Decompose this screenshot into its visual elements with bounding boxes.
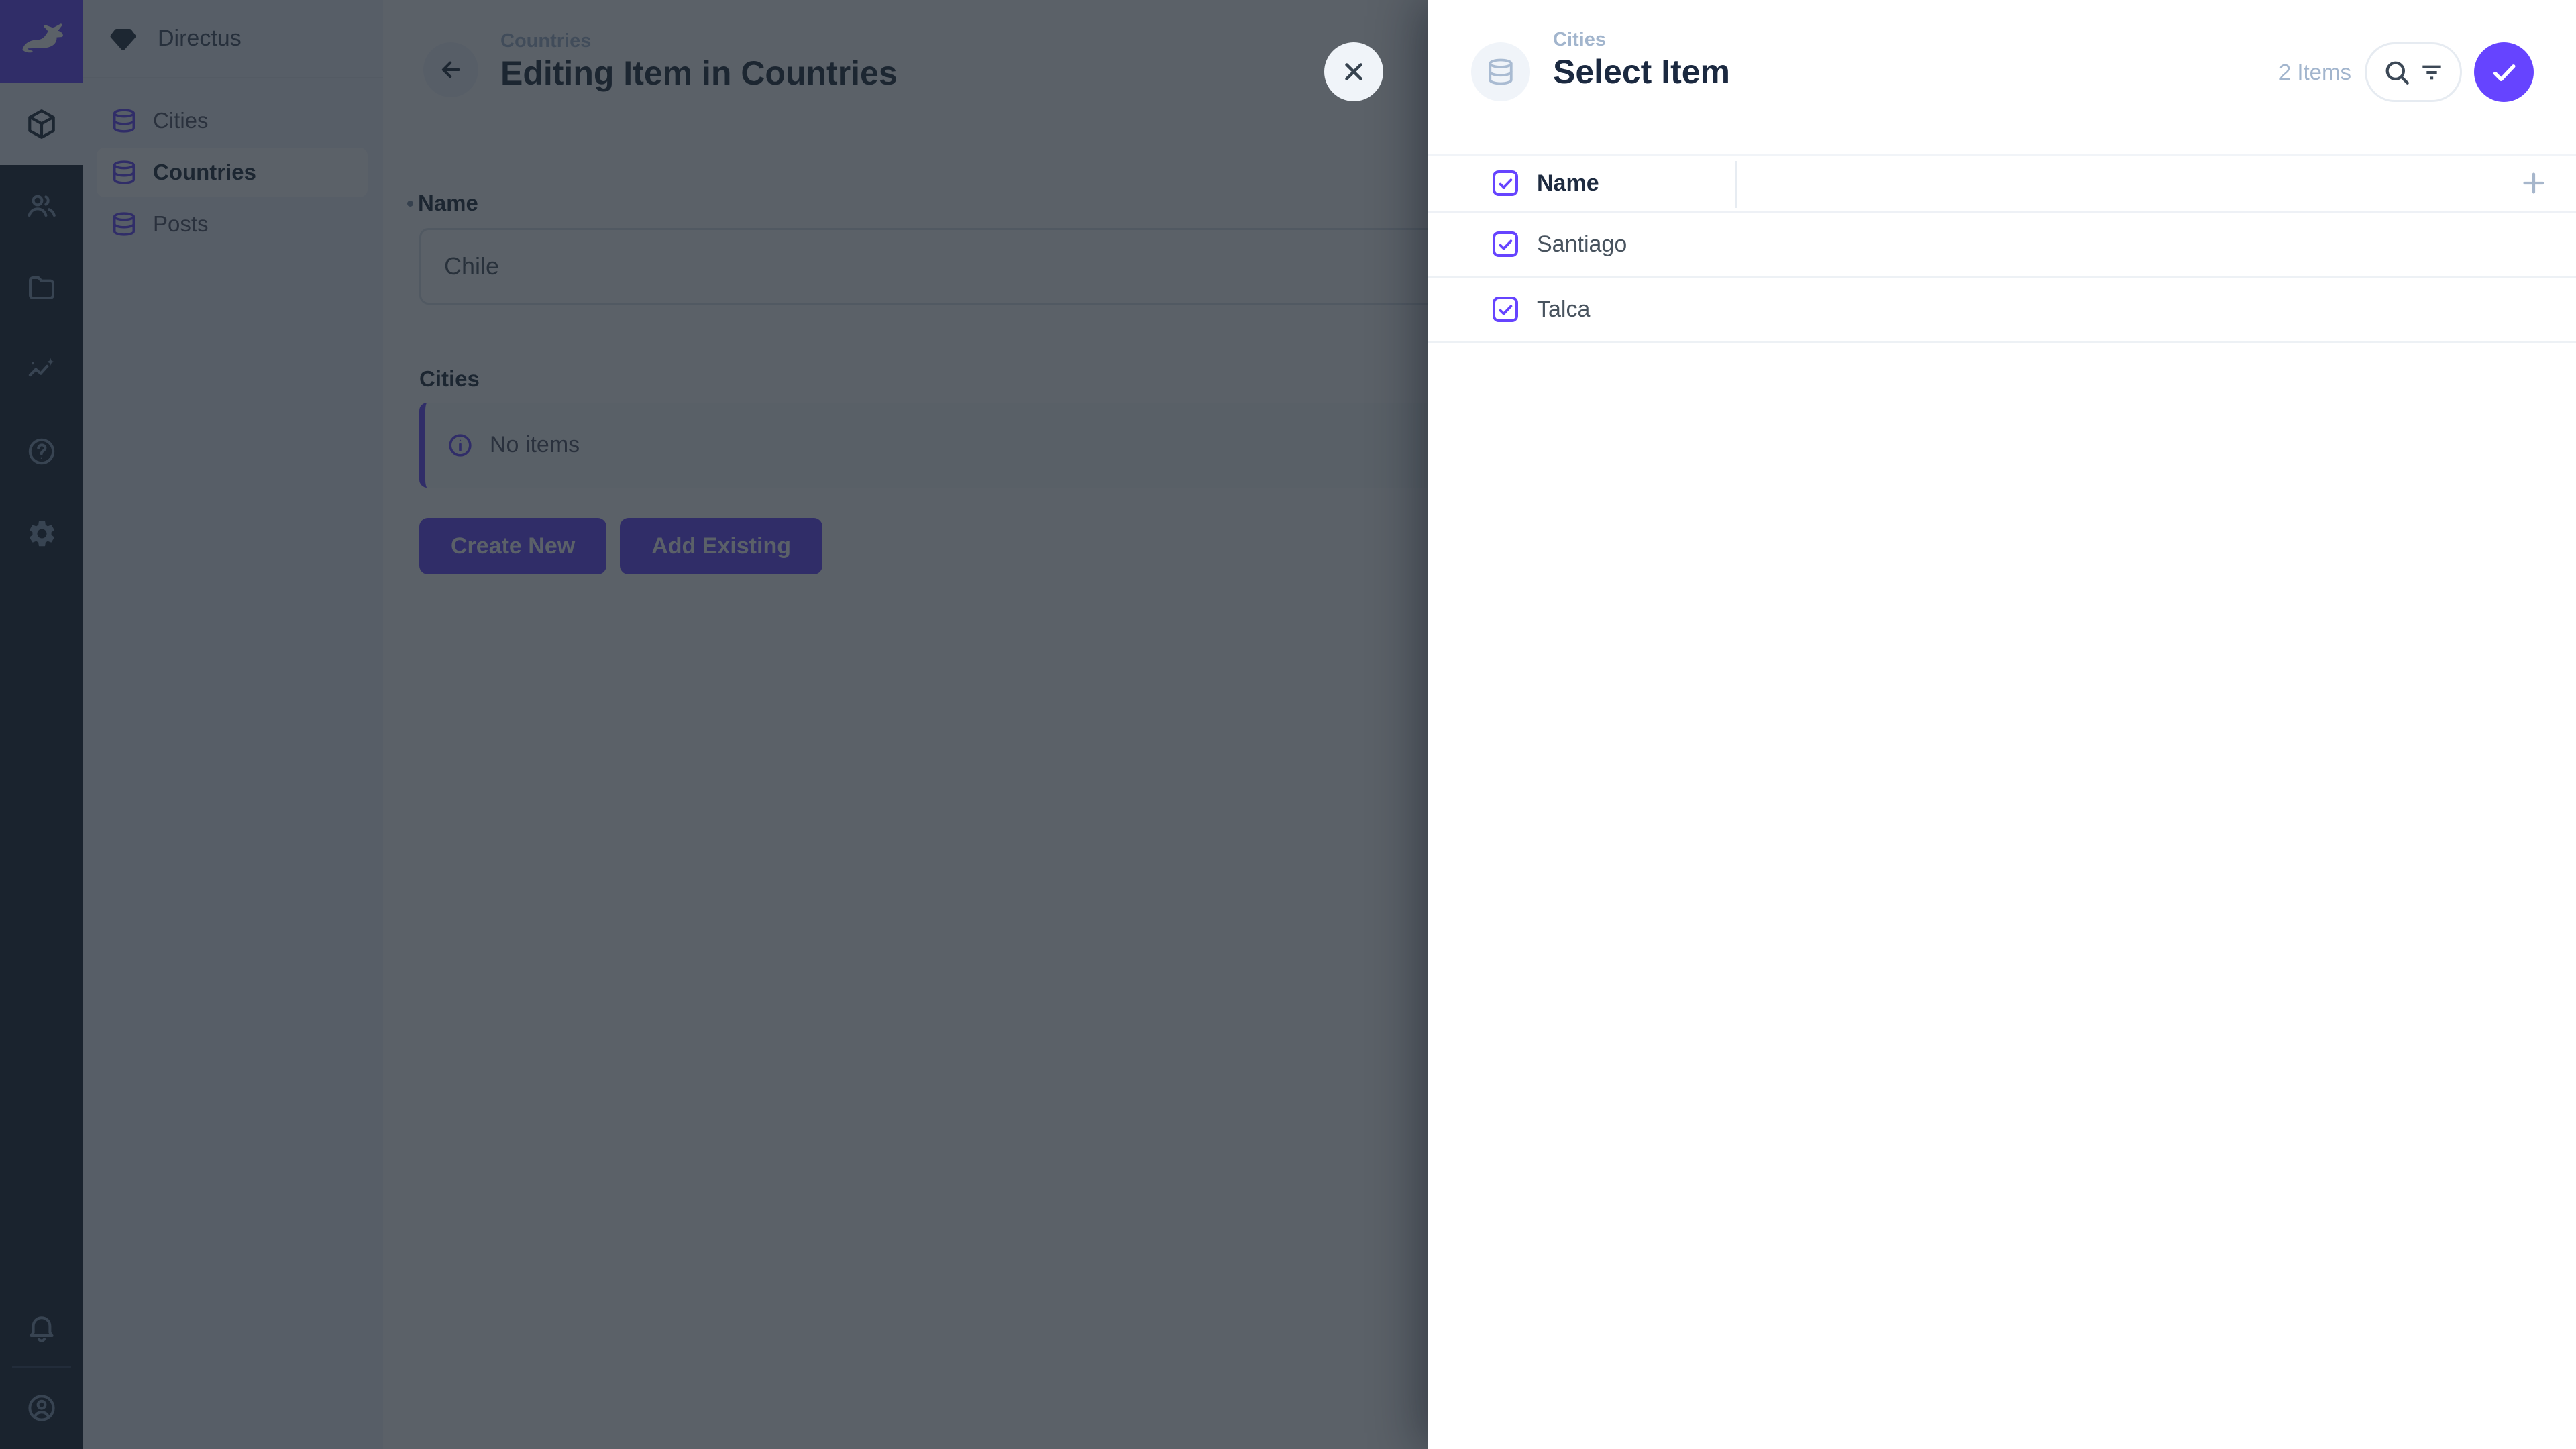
filter-icon[interactable] [2418,59,2445,86]
search-filter-pill[interactable] [2365,42,2462,102]
row-name: Talca [1537,278,1590,341]
drawer-header-text: Cities Select Item [1553,28,1730,91]
confirm-check-icon [2489,57,2520,88]
table-row[interactable]: Talca [1428,278,2576,343]
table-header-row: Name [1428,154,2576,213]
drawer-controls: 2 Items [2279,42,2534,102]
database-icon [1487,58,1515,86]
select-all-checkbox[interactable] [1493,170,1518,196]
add-column-button[interactable] [2518,168,2549,199]
search-icon[interactable] [2382,58,2412,87]
row-name: Santiago [1537,213,1627,276]
items-count: 2 Items [2279,60,2351,85]
check-icon [1497,174,1515,193]
drawer-collection-label: Cities [1553,28,1730,51]
check-icon [1497,301,1515,319]
column-resize-handle[interactable] [1735,161,1737,208]
check-icon [1497,235,1515,254]
table-row[interactable]: Santiago [1428,213,2576,278]
close-icon [1340,58,1368,86]
row-checkbox[interactable] [1493,297,1518,322]
confirm-selection-button[interactable] [2474,42,2534,102]
app-root: Directus Cities Countries Posts [0,0,2576,1449]
collection-icon-badge [1471,42,1530,101]
drawer-title: Select Item [1553,52,1730,91]
drawer-close-button[interactable] [1324,42,1383,101]
select-item-drawer: Cities Select Item 2 Items [1428,0,2576,1449]
row-checkbox[interactable] [1493,231,1518,257]
column-header-name[interactable]: Name [1537,156,1599,211]
items-table: Name Santiago [1428,154,2576,343]
